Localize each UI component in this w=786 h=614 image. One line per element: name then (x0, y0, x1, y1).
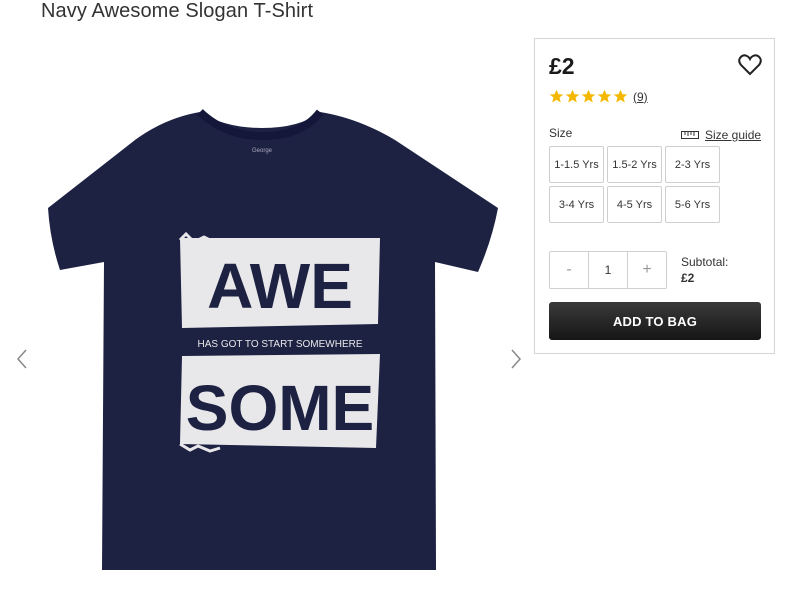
wishlist-heart-icon[interactable] (737, 53, 763, 77)
next-image-arrow-icon[interactable] (506, 344, 526, 374)
star-icon (581, 89, 596, 103)
size-option-button[interactable]: 2-3 Yrs (665, 146, 720, 183)
size-guide-link[interactable]: Size guide (681, 128, 761, 142)
size-options: 1-1.5 Yrs 1.5-2 Yrs 2-3 Yrs 3-4 Yrs 4-5 Yrs 5… (549, 146, 720, 223)
print-text-bottom: SOME (186, 372, 374, 444)
previous-image-arrow-icon[interactable] (12, 344, 32, 374)
subtotal: Subtotal: £2 (681, 254, 728, 286)
size-guide-label: Size guide (705, 128, 762, 142)
buy-box: £2 (9) Size Size guide 1-1.5 Yrs 1.5-2 Yr… (534, 38, 775, 354)
star-rating (549, 89, 628, 104)
review-count-link[interactable]: (9) (633, 90, 648, 104)
size-option-button[interactable]: 1-1.5 Yrs (549, 146, 604, 183)
size-option-button[interactable]: 5-6 Yrs (665, 186, 720, 223)
size-option-button[interactable]: 4-5 Yrs (607, 186, 662, 223)
subtotal-label: Subtotal: (681, 255, 729, 269)
product-image: George AWE HAS GOT TO START SOMEWHERE SO… (48, 109, 498, 570)
decrease-quantity-button[interactable]: - (550, 252, 588, 288)
star-icon (597, 89, 612, 103)
size-option-button[interactable]: 1.5-2 Yrs (607, 146, 662, 183)
image-gallery: George AWE HAS GOT TO START SOMEWHERE SO… (0, 60, 530, 614)
ruler-icon (681, 131, 699, 139)
star-icon (613, 89, 628, 103)
increase-quantity-button[interactable]: + (628, 252, 666, 288)
product-price: £2 (549, 53, 575, 79)
subtotal-value: £2 (681, 271, 695, 285)
product-rating: (9) (549, 89, 648, 104)
star-icon (549, 89, 564, 103)
quantity-stepper: - 1 + (549, 251, 667, 289)
quantity-input[interactable]: 1 (588, 252, 628, 288)
brand-label: George (252, 148, 273, 154)
size-label: Size (549, 126, 573, 140)
star-icon (565, 89, 580, 103)
print-text-top: AWE (207, 250, 353, 322)
size-option-button[interactable]: 3-4 Yrs (549, 186, 604, 223)
add-to-bag-button[interactable]: ADD TO BAG (549, 302, 761, 340)
product-title: Navy Awesome Slogan T-Shirt (41, 0, 314, 22)
print-text-middle: HAS GOT TO START SOMEWHERE (197, 339, 362, 350)
